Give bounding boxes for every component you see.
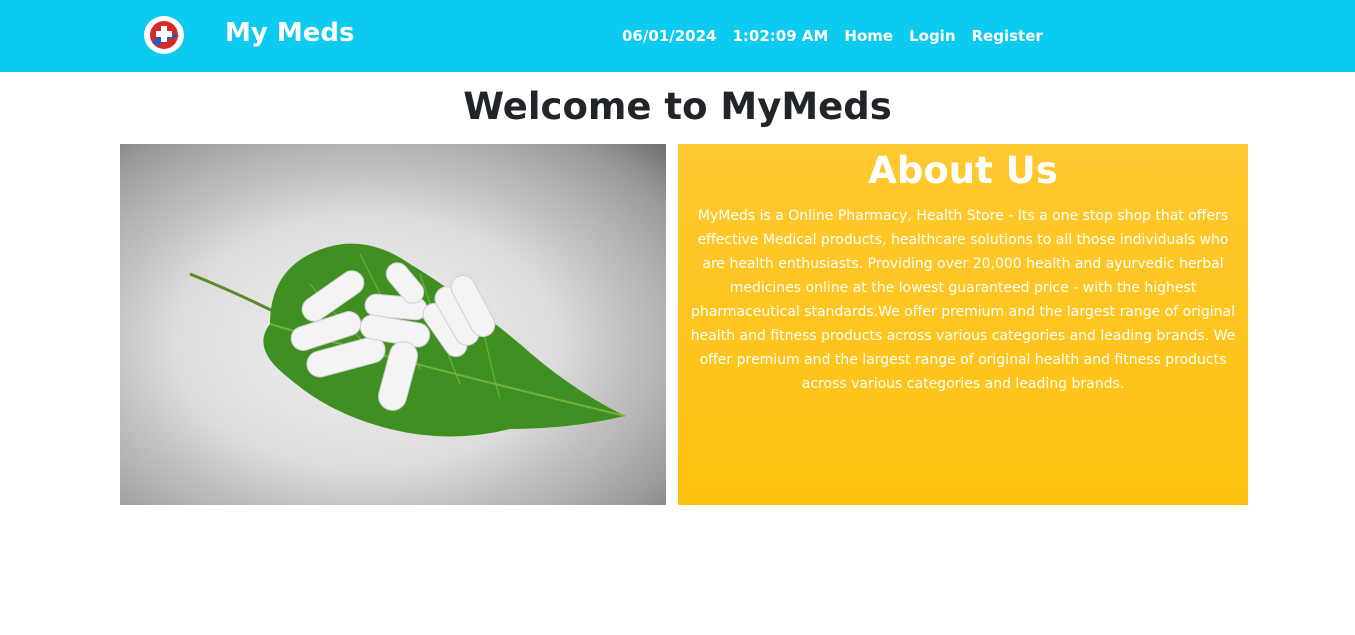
current-time: 1:02:09 AM bbox=[732, 27, 829, 45]
nav-menu: 06/01/2024 1:02:09 AM Home Login Registe… bbox=[622, 24, 1043, 48]
nav-login-link[interactable]: Login bbox=[909, 27, 955, 45]
navbar: My Meds 06/01/2024 1:02:09 AM Home Login… bbox=[0, 0, 1355, 72]
logo[interactable] bbox=[144, 16, 184, 54]
nav-home-link[interactable]: Home bbox=[844, 27, 893, 45]
pills-on-leaf-image bbox=[120, 144, 666, 505]
pharmacy-cross-icon bbox=[150, 21, 180, 49]
about-us-title: About Us bbox=[868, 149, 1058, 192]
about-us-text: MyMeds is a Online Pharmacy, Health Stor… bbox=[690, 208, 1236, 392]
about-us-panel: About Us MyMeds is a Online Pharmacy, He… bbox=[678, 144, 1248, 505]
page-title: Welcome to MyMeds bbox=[463, 85, 892, 128]
brand-title[interactable]: My Meds bbox=[225, 15, 354, 51]
nav-register-link[interactable]: Register bbox=[972, 27, 1043, 45]
current-date: 06/01/2024 bbox=[622, 27, 717, 45]
